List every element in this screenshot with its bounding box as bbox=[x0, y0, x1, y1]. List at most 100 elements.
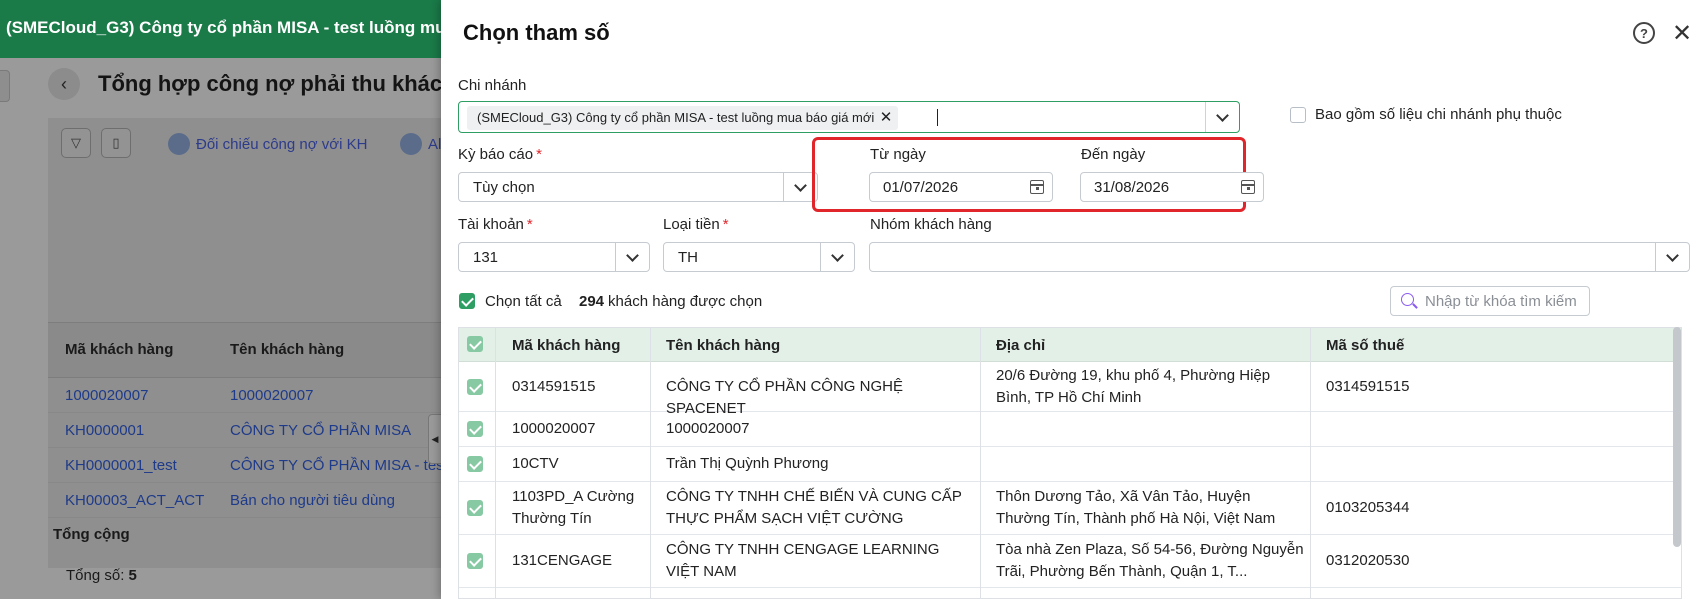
table-row[interactable]: KH00003_ACT_ACT Bán cho người tiêu dùng bbox=[48, 483, 448, 518]
table-scrollbar[interactable] bbox=[1673, 327, 1681, 547]
table-row[interactable]: 0314591515 CÔNG TY CỔ PHẦN CÔNG NGHỆ SPA… bbox=[459, 362, 1681, 417]
table-row[interactable]: 1000020007 1000020007 bbox=[48, 378, 448, 413]
left-panel-handle[interactable] bbox=[0, 70, 10, 102]
row-code: 1000020007 bbox=[512, 420, 596, 437]
account-label-text: Tài khoản bbox=[458, 216, 524, 233]
row-name[interactable]: 1000020007 bbox=[230, 387, 313, 404]
row-code: 10CTV bbox=[512, 455, 559, 472]
customer-group-dropdown-button[interactable] bbox=[1655, 243, 1689, 271]
reconcile-link[interactable]: Đối chiếu công nợ với KH bbox=[168, 133, 367, 155]
remove-tag-icon[interactable]: ✕ bbox=[880, 106, 893, 130]
row-name[interactable]: CÔNG TY CỔ PHẦN MISA - test bbox=[230, 457, 448, 474]
select-all-label: Chọn tất cả bbox=[485, 293, 562, 310]
branch-tag-input[interactable]: (SMECloud_G3) Công ty cổ phần MISA - tes… bbox=[458, 101, 1240, 133]
customer-group-label: Nhóm khách hàng bbox=[870, 216, 992, 233]
row-checkbox[interactable] bbox=[467, 456, 483, 472]
second-toolbar-link[interactable]: Al bbox=[400, 133, 441, 155]
background-grid-header: Mã khách hàng Tên khách hàng bbox=[48, 322, 448, 378]
row-code: 0314591515 bbox=[512, 378, 596, 395]
page-title: Tổng hợp công nợ phải thu khách bbox=[98, 71, 456, 96]
text-caret bbox=[937, 109, 938, 126]
total-row-label: Tổng cộng bbox=[53, 526, 130, 543]
reconcile-link-label: Đối chiếu công nợ với KH bbox=[196, 135, 368, 153]
row-code[interactable]: KH0000001_test bbox=[65, 457, 177, 474]
row-tax-code: 0103205344 bbox=[1326, 499, 1410, 516]
select-all-checkbox[interactable] bbox=[459, 293, 475, 309]
row-code[interactable]: KH0000001 bbox=[65, 422, 144, 439]
search-input[interactable]: Nhập từ khóa tìm kiếm bbox=[1390, 286, 1590, 316]
column-settings-button[interactable]: ▯ bbox=[101, 128, 131, 158]
currency-select[interactable]: TH bbox=[663, 242, 855, 272]
account-label: Tài khoản * bbox=[458, 216, 533, 233]
chevron-down-icon bbox=[794, 178, 807, 192]
selected-count-suffix: khách hàng được chọn bbox=[608, 293, 763, 310]
currency-value: TH bbox=[678, 249, 698, 266]
column-divider bbox=[1310, 328, 1311, 598]
currency-dropdown-button[interactable] bbox=[820, 243, 854, 271]
column-header-address[interactable]: Địa chỉ bbox=[996, 337, 1045, 354]
row-name[interactable]: Bán cho người tiêu dùng bbox=[230, 492, 395, 509]
columns-icon: ▯ bbox=[112, 135, 120, 150]
row-tax-code: 0314591515 bbox=[1326, 378, 1410, 395]
table-row[interactable]: 1103PD_A Cường Thường Tín CÔNG TY TNHH C… bbox=[459, 482, 1681, 535]
include-dependent-checkbox[interactable] bbox=[1290, 107, 1306, 123]
required-mark: * bbox=[722, 216, 729, 233]
table-header: Mã khách hàng Tên khách hàng Địa chỉ Mã … bbox=[459, 328, 1681, 362]
table-row[interactable]: 1000020007 1000020007 bbox=[459, 412, 1681, 447]
period-select[interactable]: Tùy chọn bbox=[458, 172, 818, 202]
help-icon[interactable]: ? bbox=[1633, 22, 1655, 44]
collapse-handle[interactable]: ◀ bbox=[428, 414, 442, 464]
branch-tag: (SMECloud_G3) Công ty cổ phần MISA - tes… bbox=[467, 106, 899, 130]
column-divider bbox=[495, 328, 496, 598]
column-divider bbox=[650, 328, 651, 598]
row-name: Trần Thị Quỳnh Phương bbox=[666, 455, 829, 472]
back-button[interactable]: ‹ bbox=[48, 68, 80, 100]
row-name: CÔNG TY TNHH CHẾ BIẾN VÀ CUNG CẤP THỰC P… bbox=[666, 488, 962, 527]
close-icon[interactable]: ✕ bbox=[1669, 20, 1695, 47]
calendar-icon[interactable] bbox=[1030, 180, 1044, 194]
row-checkbox[interactable] bbox=[467, 553, 483, 569]
column-header-name: Tên khách hàng bbox=[230, 341, 345, 358]
branch-dropdown-button[interactable] bbox=[1205, 102, 1239, 132]
row-address: Tòa nhà Zen Plaza, Số 54-56, Đường Nguyễ… bbox=[996, 541, 1304, 580]
table-row[interactable]: 10CTV Trần Thị Quỳnh Phương bbox=[459, 447, 1681, 482]
table-row[interactable]: 131CENGAGE CÔNG TY TNHH CENGAGE LEARNING… bbox=[459, 535, 1681, 588]
calendar-icon[interactable] bbox=[1241, 180, 1255, 194]
table-row[interactable]: KH0000001_test CÔNG TY CỔ PHẦN MISA - te… bbox=[48, 448, 448, 483]
ai-search-icon bbox=[1401, 293, 1414, 306]
column-header-tax-code[interactable]: Mã số thuế bbox=[1326, 337, 1404, 354]
record-count: Tổng số: 5 bbox=[66, 567, 137, 584]
branch-label: Chi nhánh bbox=[458, 77, 527, 94]
row-code: 131CENGAGE bbox=[512, 552, 613, 569]
customer-group-select[interactable] bbox=[869, 242, 1690, 272]
period-label-text: Kỳ báo cáo bbox=[458, 146, 534, 163]
app-title: (SMECloud_G3) Công ty cổ phần MISA - tes… bbox=[6, 18, 490, 37]
required-mark: * bbox=[536, 146, 542, 163]
row-checkbox[interactable] bbox=[467, 379, 483, 395]
row-checkbox[interactable] bbox=[467, 500, 483, 516]
row-name[interactable]: CÔNG TY CỔ PHẦN MISA bbox=[230, 422, 411, 439]
table-row[interactable]: KH0000001 CÔNG TY CỔ PHẦN MISA bbox=[48, 413, 448, 448]
chevron-down-icon bbox=[626, 248, 639, 262]
from-date-input[interactable]: 01/07/2026 bbox=[869, 172, 1053, 202]
column-header-name[interactable]: Tên khách hàng bbox=[666, 337, 780, 354]
header-checkbox[interactable] bbox=[467, 336, 483, 352]
column-header-code: Mã khách hàng bbox=[65, 341, 174, 358]
row-code[interactable]: 1000020007 bbox=[65, 387, 148, 404]
account-dropdown-button[interactable] bbox=[615, 243, 649, 271]
filter-button[interactable]: ▽ bbox=[61, 128, 91, 158]
to-date-input[interactable]: 31/08/2026 bbox=[1080, 172, 1264, 202]
currency-label-text: Loại tiền bbox=[663, 216, 720, 233]
triangle-left-icon: ◀ bbox=[431, 433, 439, 444]
row-address: 20/6 Đường 19, khu phố 4, Phường Hiệp Bì… bbox=[996, 367, 1271, 406]
account-select[interactable]: 131 bbox=[458, 242, 650, 272]
from-date-label: Từ ngày bbox=[870, 146, 926, 163]
row-checkbox[interactable] bbox=[467, 421, 483, 437]
chevron-down-icon bbox=[1666, 248, 1679, 262]
dialog-title: Chọn tham số bbox=[463, 20, 610, 45]
row-code[interactable]: KH00003_ACT_ACT bbox=[65, 492, 204, 509]
selected-count-value: 294 bbox=[579, 293, 605, 310]
column-header-code[interactable]: Mã khách hàng bbox=[512, 337, 620, 354]
period-value: Tùy chọn bbox=[473, 179, 535, 196]
required-mark: * bbox=[526, 216, 533, 233]
